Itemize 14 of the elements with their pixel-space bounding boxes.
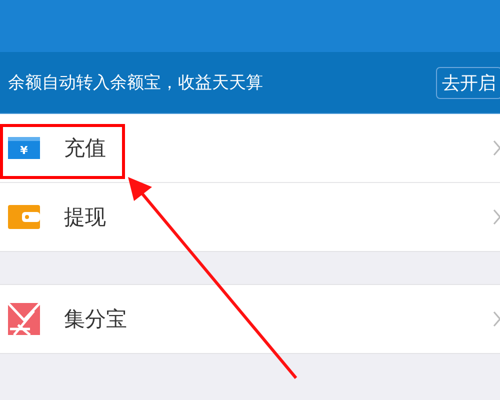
menu-label: 集分宝 [64,306,128,333]
menu-item[interactable]: 集分宝 [0,285,500,353]
envelope-icon [8,303,40,335]
card-icon: ¥ [8,137,40,159]
chevron-icon [493,209,500,225]
chevron-icon [493,311,500,327]
menu-item[interactable]: ¥ 充值 [0,114,500,183]
banner-text: 余额自动转入余额宝，收益天天算 [8,72,263,94]
enable-button[interactable]: 去开启 [436,66,500,98]
chevron-icon [493,140,500,156]
menu-item[interactable]: 提现 [0,183,500,251]
menu-label: 提现 [64,204,107,231]
wallet-icon [8,205,40,229]
menu-label: 充值 [64,135,107,162]
